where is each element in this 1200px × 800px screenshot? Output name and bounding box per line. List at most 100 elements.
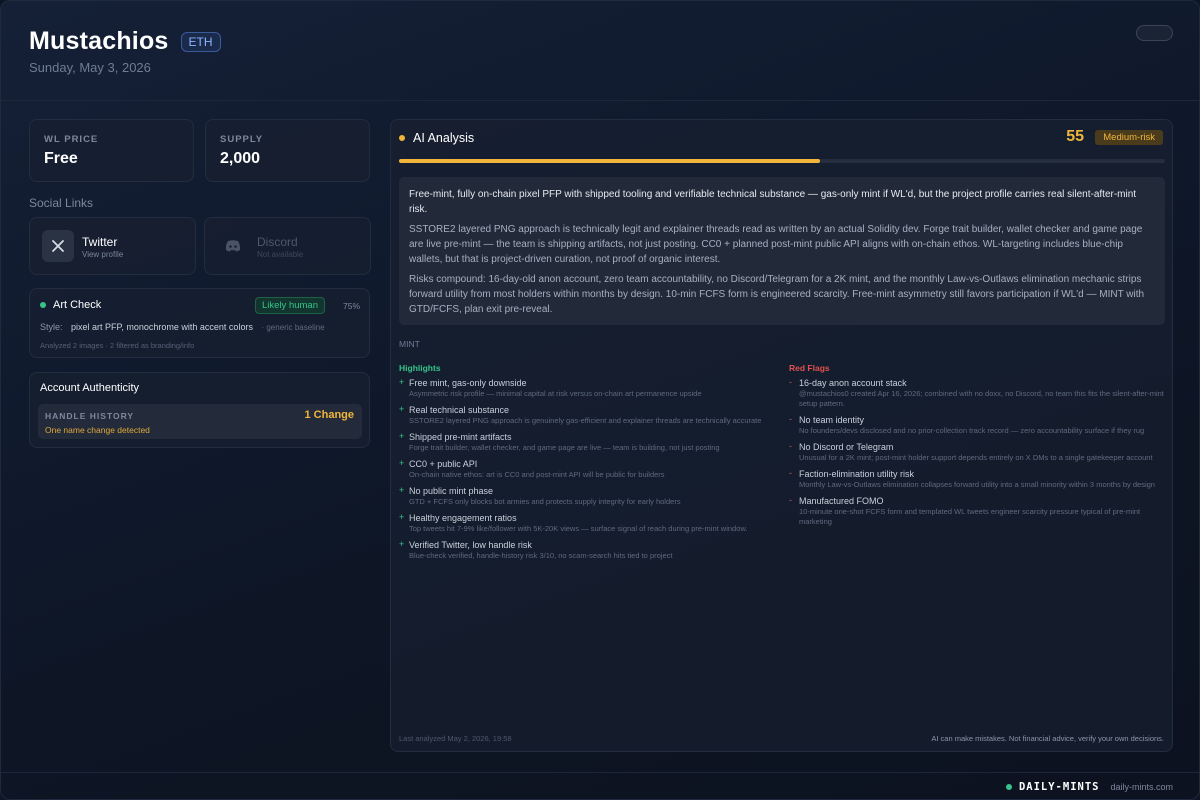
red_flags-marker-icon: - [789, 495, 792, 505]
page-title: Mustachios [29, 27, 169, 55]
brand: DAILY-MINTS daily-mints.com [1005, 781, 1173, 793]
confidence-value: 75% [342, 301, 360, 311]
list-item: + CC0 + public API On-chain native ethos: … [399, 458, 779, 480]
list-item: + Verified Twitter, low handle risk Blue-c… [399, 539, 779, 561]
risk-badge: Medium-risk [1095, 130, 1163, 145]
list-item-desc: Top tweets hit 7-9% like/follower with 5… [409, 524, 748, 533]
list-item-title: Free mint, gas-only downside [409, 378, 527, 388]
list-item-title: Verified Twitter, low handle risk [409, 540, 532, 550]
list-item-title: Faction-elimination utility risk [799, 469, 915, 479]
style-label: Style: [40, 322, 63, 332]
handle-history-label: HANDLE HISTORY [45, 411, 135, 421]
highlights-marker-icon: + [399, 377, 405, 387]
discord-link: Discord Not available [204, 217, 371, 275]
list-item-desc: Asymmetric risk profile — minimal capita… [409, 389, 702, 398]
list-item-title: No public mint phase [409, 486, 494, 496]
header: Mustachios ETH Sunday, May 3, 2026 [1, 1, 1199, 101]
supply-card: SUPPLY 2,000 [205, 119, 370, 182]
highlights-marker-icon: + [399, 458, 405, 468]
summary-paragraph: SSTORE2 layered PNG approach is technica… [409, 224, 1143, 265]
list-item-desc: Forge trait builder, wallet checker, and… [409, 443, 720, 452]
list-item-title: CC0 + public API [409, 459, 478, 469]
status-dot-icon [399, 135, 405, 141]
highlights-marker-icon: + [399, 485, 405, 495]
list-item-desc: Monthly Law-vs-Outlaws elimination colla… [799, 480, 1155, 489]
twitter-link[interactable]: Twitter View profile [29, 217, 196, 275]
discord-sub: Not available [257, 250, 304, 259]
art-check-title: Art Check [53, 299, 102, 311]
brand-name: DAILY-MINTS [1018, 781, 1100, 793]
style-row: Style: pixel art PFP, monochrome with ac… [40, 322, 325, 332]
wl-price-card: WL PRICE Free [29, 119, 194, 182]
highlights-list: + Free mint, gas-only downside Asymmetric … [399, 377, 779, 566]
date-label: Sunday, May 3, 2026 [29, 60, 151, 75]
list-item-desc: On-chain native ethos: art is CC0 and po… [409, 470, 665, 479]
supply-label: SUPPLY [220, 134, 264, 145]
list-item-desc: GTD + FCFS only blocks bot armies and pr… [409, 497, 681, 506]
list-item: + Shipped pre-mint artifacts Forge trait b… [399, 431, 779, 453]
list-item: - Manufactured FOMO 10-minute one-shot FCF… [789, 495, 1169, 527]
brand-url[interactable]: daily-mints.com [1110, 782, 1173, 792]
ai-analysis-panel: AI Analysis 55 Medium-risk Free-mint, fu… [390, 119, 1173, 752]
list-item: - No team identity No founders/devs disclo… [789, 414, 1169, 436]
style-extra: · generic baseline [261, 323, 325, 332]
red_flags-marker-icon: - [789, 377, 792, 387]
list-item-desc: Unusual for a 2K mint; post-mint holder … [799, 453, 1153, 462]
score-bar [399, 159, 1165, 163]
list-item-desc: 10-minute one-shot FCFS form and templat… [799, 507, 1141, 526]
handle-history-value: 1 Change [304, 409, 354, 421]
social-links-title: Social Links [29, 196, 94, 210]
highlights-marker-icon: + [399, 404, 405, 414]
list-item: - No Discord or Telegram Unusual for a 2K … [789, 441, 1169, 463]
wl-price-label: WL PRICE [44, 134, 99, 145]
analyzed-note: Analyzed 2 images · 2 filtered as brandi… [40, 341, 195, 350]
ai-title-row: AI Analysis [399, 131, 474, 145]
style-value: pixel art PFP, monochrome with accent co… [71, 322, 253, 332]
red-flags-title: Red Flags [789, 363, 830, 373]
footer: DAILY-MINTS daily-mints.com [1, 772, 1199, 799]
authenticity-card: Account Authenticity HANDLE HISTORY One … [29, 372, 370, 448]
highlights-marker-icon: + [399, 431, 405, 441]
authenticity-title: Account Authenticity [40, 382, 140, 394]
status-dot-icon [40, 302, 46, 308]
last-analyzed: Last analyzed May 2, 2026, 19:58 [399, 734, 512, 743]
list-item-desc: SSTORE2 layered PNG approach is genuinel… [409, 416, 762, 425]
app-window: Mustachios ETH Sunday, May 3, 2026 WL PR… [0, 0, 1200, 800]
discord-name: Discord [257, 235, 298, 249]
twitter-sub: View profile [82, 250, 124, 259]
list-item: + Real technical substance SSTORE2 layered… [399, 404, 779, 426]
list-item-desc: No founders/devs disclosed and no prior-… [799, 426, 1145, 435]
list-item-title: Healthy engagement ratios [409, 513, 517, 523]
disclaimer: AI can make mistakes. Not financial advi… [931, 734, 1164, 743]
list-item-title: 16-day anon account stack [799, 378, 907, 388]
list-item-desc: @mustachios0 created Apr 16, 2026; combi… [799, 389, 1164, 408]
art-check-card: Art Check Likely human 75% Style: pixel … [29, 288, 370, 358]
list-item-title: Real technical substance [409, 405, 510, 415]
list-item: - Faction-elimination utility risk Monthly… [789, 468, 1169, 490]
toggle-switch[interactable] [1136, 25, 1173, 41]
list-item: + Healthy engagement ratios Top tweets hit… [399, 512, 779, 534]
list-item-desc: Blue-check verified, handle-history risk… [409, 551, 673, 560]
red_flags-marker-icon: - [789, 468, 792, 478]
list-item-title: No Discord or Telegram [799, 442, 894, 452]
list-item-title: Shipped pre-mint artifacts [409, 432, 512, 442]
list-item: + Free mint, gas-only downside Asymmetric … [399, 377, 779, 399]
chain-badge: ETH [180, 31, 221, 52]
list-item: + No public mint phase GTD + FCFS only blo… [399, 485, 779, 507]
handle-history-box: HANDLE HISTORY One name change detected … [38, 404, 362, 439]
art-check-title-row: Art Check [40, 299, 101, 311]
highlights-marker-icon: + [399, 512, 405, 522]
list-item-title: No team identity [799, 415, 865, 425]
ai-title: AI Analysis [413, 131, 475, 145]
red_flags-marker-icon: - [789, 414, 792, 424]
x-icon [42, 230, 74, 262]
highlights-marker-icon: + [399, 539, 405, 549]
red_flags-marker-icon: - [789, 441, 792, 451]
title-row: Mustachios ETH [29, 27, 221, 56]
summary-paragraph: Risks compound: 16-day-old anon account,… [409, 274, 1145, 315]
discord-icon [217, 230, 249, 262]
red-flags-list: -16-day anon account stack @mustachios0 c… [789, 377, 1169, 532]
summary-box: Free-mint, fully on-chain pixel PFP with… [399, 177, 1165, 325]
supply-value: 2,000 [220, 150, 261, 167]
list-item-title: Manufactured FOMO [799, 496, 884, 506]
